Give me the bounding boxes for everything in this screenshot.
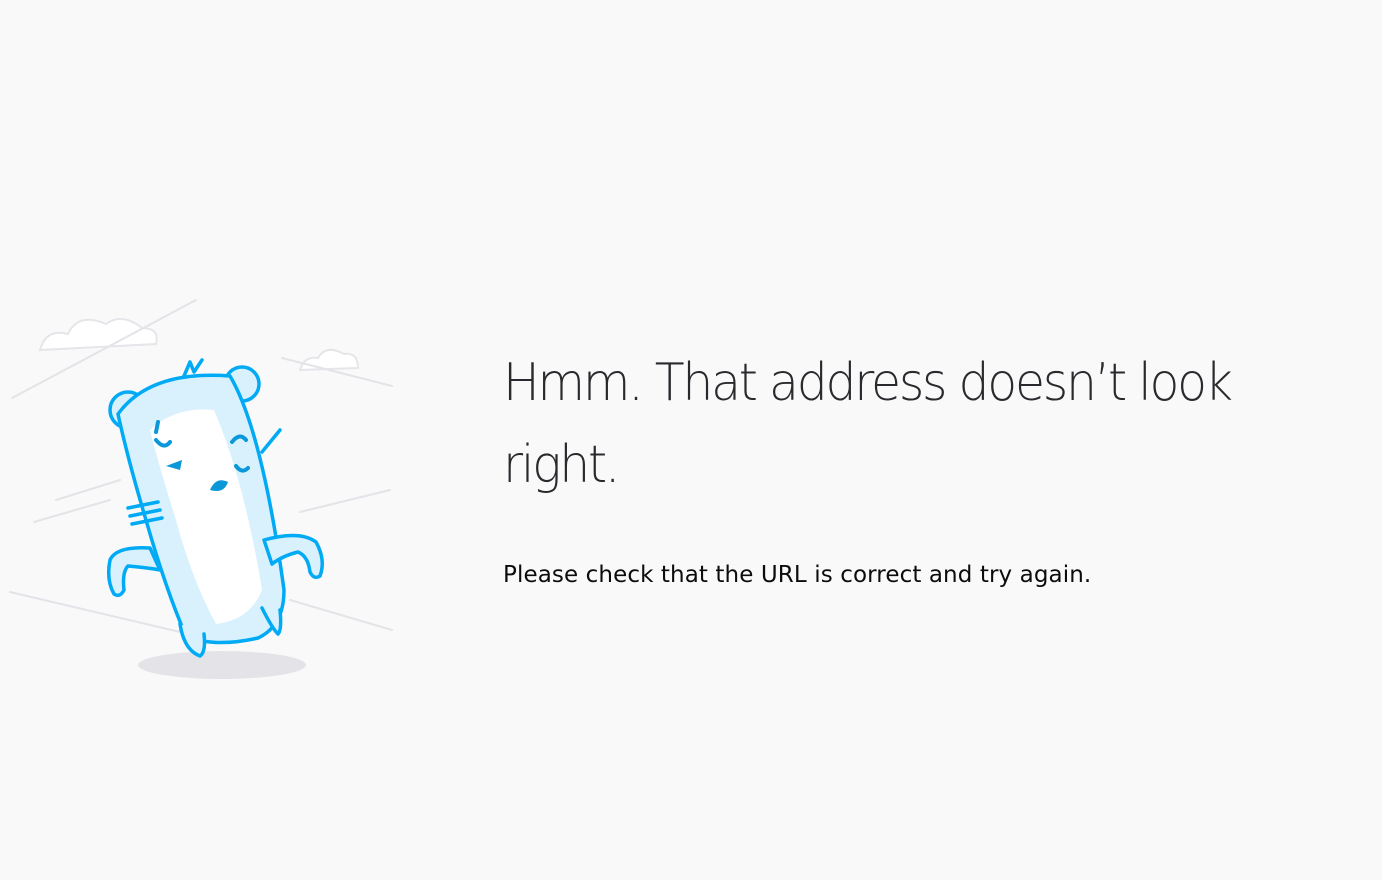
error-content: Hmm. That address doesn’t look right. Pl… bbox=[503, 342, 1373, 588]
error-page: Hmm. That address doesn’t look right. Pl… bbox=[0, 0, 1382, 880]
error-title: Hmm. That address doesn’t look right. bbox=[503, 353, 1233, 495]
sad-robot-illustration-icon bbox=[0, 290, 400, 690]
error-description: Please check that the URL is correct and… bbox=[503, 562, 1092, 588]
